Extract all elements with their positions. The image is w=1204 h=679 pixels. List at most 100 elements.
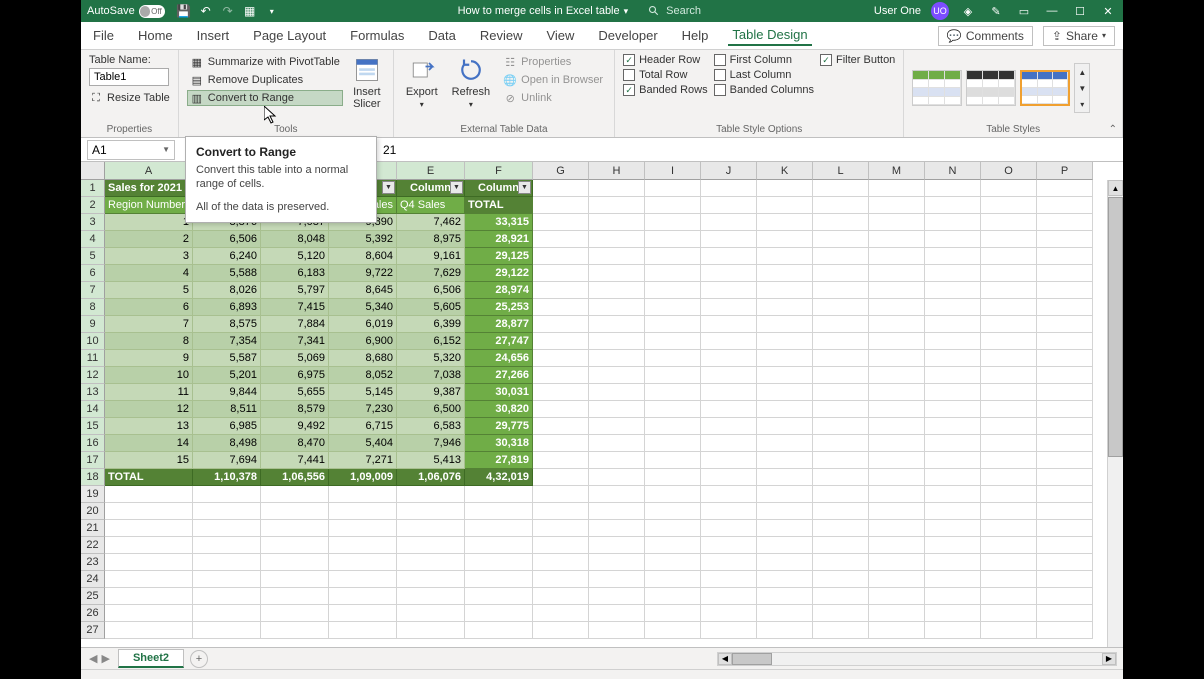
empty-cell[interactable]	[533, 469, 589, 486]
minimize-button[interactable]: ―	[1043, 2, 1061, 20]
empty-cell[interactable]	[925, 605, 981, 622]
empty-cell[interactable]	[869, 554, 925, 571]
empty-cell[interactable]	[925, 418, 981, 435]
row-header-23[interactable]: 23	[81, 554, 105, 571]
table-cell-total[interactable]: 29,122	[465, 265, 533, 282]
empty-cell[interactable]	[757, 452, 813, 469]
empty-cell[interactable]	[589, 452, 645, 469]
table-cell-total[interactable]: 33,315	[465, 214, 533, 231]
empty-cell[interactable]	[589, 622, 645, 639]
table-cell[interactable]: 2	[105, 231, 193, 248]
share-button[interactable]: ⇪Share▾	[1043, 26, 1115, 46]
empty-cell[interactable]	[925, 384, 981, 401]
empty-cell[interactable]	[261, 537, 329, 554]
empty-cell[interactable]	[757, 333, 813, 350]
empty-cell[interactable]	[981, 384, 1037, 401]
chk-total-row[interactable]: Total Row	[623, 69, 708, 81]
empty-cell[interactable]	[645, 469, 701, 486]
empty-cell[interactable]	[869, 282, 925, 299]
empty-cell[interactable]	[869, 231, 925, 248]
empty-cell[interactable]	[329, 486, 397, 503]
row-header-18[interactable]: 18	[81, 469, 105, 486]
table-cell[interactable]: 15	[105, 452, 193, 469]
table-cell-total[interactable]: 28,921	[465, 231, 533, 248]
empty-cell[interactable]	[645, 452, 701, 469]
undo-icon[interactable]: ↶	[199, 4, 213, 18]
empty-cell[interactable]	[981, 180, 1037, 197]
empty-cell[interactable]	[869, 452, 925, 469]
empty-cell[interactable]	[645, 282, 701, 299]
table-cell[interactable]: 8,498	[193, 435, 261, 452]
empty-cell[interactable]	[589, 333, 645, 350]
empty-cell[interactable]	[533, 537, 589, 554]
export-button[interactable]: Export▾	[402, 54, 442, 111]
empty-cell[interactable]	[533, 622, 589, 639]
empty-cell[interactable]	[589, 520, 645, 537]
empty-cell[interactable]	[645, 486, 701, 503]
empty-cell[interactable]	[981, 367, 1037, 384]
empty-cell[interactable]	[589, 316, 645, 333]
empty-cell[interactable]	[1037, 486, 1093, 503]
empty-cell[interactable]	[1037, 350, 1093, 367]
table-cell[interactable]: 8,575	[193, 316, 261, 333]
filter-icon[interactable]: ▼	[450, 181, 463, 194]
table-cell[interactable]: 4	[105, 265, 193, 282]
qat-dropdown-icon[interactable]: ▾	[265, 4, 279, 18]
empty-cell[interactable]	[925, 452, 981, 469]
empty-cell[interactable]	[869, 180, 925, 197]
empty-cell[interactable]	[757, 367, 813, 384]
empty-cell[interactable]	[105, 554, 193, 571]
row-header-16[interactable]: 16	[81, 435, 105, 452]
empty-cell[interactable]	[533, 520, 589, 537]
empty-cell[interactable]	[981, 282, 1037, 299]
user-avatar[interactable]: UO	[931, 2, 949, 20]
empty-cell[interactable]	[869, 588, 925, 605]
empty-cell[interactable]	[533, 333, 589, 350]
empty-cell[interactable]	[397, 503, 465, 520]
tab-formulas[interactable]: Formulas	[346, 26, 408, 45]
empty-cell[interactable]	[645, 537, 701, 554]
empty-cell[interactable]	[1037, 282, 1093, 299]
empty-cell[interactable]	[701, 503, 757, 520]
empty-cell[interactable]	[813, 282, 869, 299]
empty-cell[interactable]	[701, 282, 757, 299]
table-cell[interactable]: 5,340	[329, 299, 397, 316]
empty-cell[interactable]	[533, 452, 589, 469]
empty-cell[interactable]	[193, 588, 261, 605]
empty-cell[interactable]	[533, 605, 589, 622]
name-box[interactable]: A1 ▼	[87, 140, 175, 160]
chk-first-col[interactable]: First Column	[714, 54, 814, 66]
empty-cell[interactable]	[1037, 401, 1093, 418]
chk-header-row[interactable]: ✓Header Row	[623, 54, 708, 66]
empty-cell[interactable]	[869, 418, 925, 435]
total-d[interactable]: 1,09,009	[329, 469, 397, 486]
window-icon[interactable]: ▭	[1015, 2, 1033, 20]
empty-cell[interactable]	[813, 486, 869, 503]
empty-cell[interactable]	[981, 537, 1037, 554]
row-header-20[interactable]: 20	[81, 503, 105, 520]
col-header-N[interactable]: N	[925, 162, 981, 180]
empty-cell[interactable]	[813, 231, 869, 248]
empty-cell[interactable]	[645, 605, 701, 622]
table-cell[interactable]: 14	[105, 435, 193, 452]
empty-cell[interactable]	[645, 299, 701, 316]
table-title[interactable]: Sales for 2021	[105, 180, 193, 197]
empty-cell[interactable]	[925, 299, 981, 316]
table-cell[interactable]: 7,415	[261, 299, 329, 316]
empty-cell[interactable]	[329, 605, 397, 622]
empty-cell[interactable]	[465, 537, 533, 554]
table-name-input[interactable]	[89, 68, 169, 86]
empty-cell[interactable]	[1037, 299, 1093, 316]
table-cell[interactable]: 8,026	[193, 282, 261, 299]
empty-cell[interactable]	[981, 622, 1037, 639]
table-cell-total[interactable]: 30,820	[465, 401, 533, 418]
table-cell[interactable]: 6,183	[261, 265, 329, 282]
row-header-7[interactable]: 7	[81, 282, 105, 299]
save-icon[interactable]: 💾	[177, 4, 191, 18]
pen-icon[interactable]: ✎	[987, 2, 1005, 20]
empty-cell[interactable]	[589, 231, 645, 248]
empty-cell[interactable]	[645, 197, 701, 214]
col-header-L[interactable]: L	[813, 162, 869, 180]
empty-cell[interactable]	[589, 248, 645, 265]
col-header-F[interactable]: F	[465, 162, 533, 180]
